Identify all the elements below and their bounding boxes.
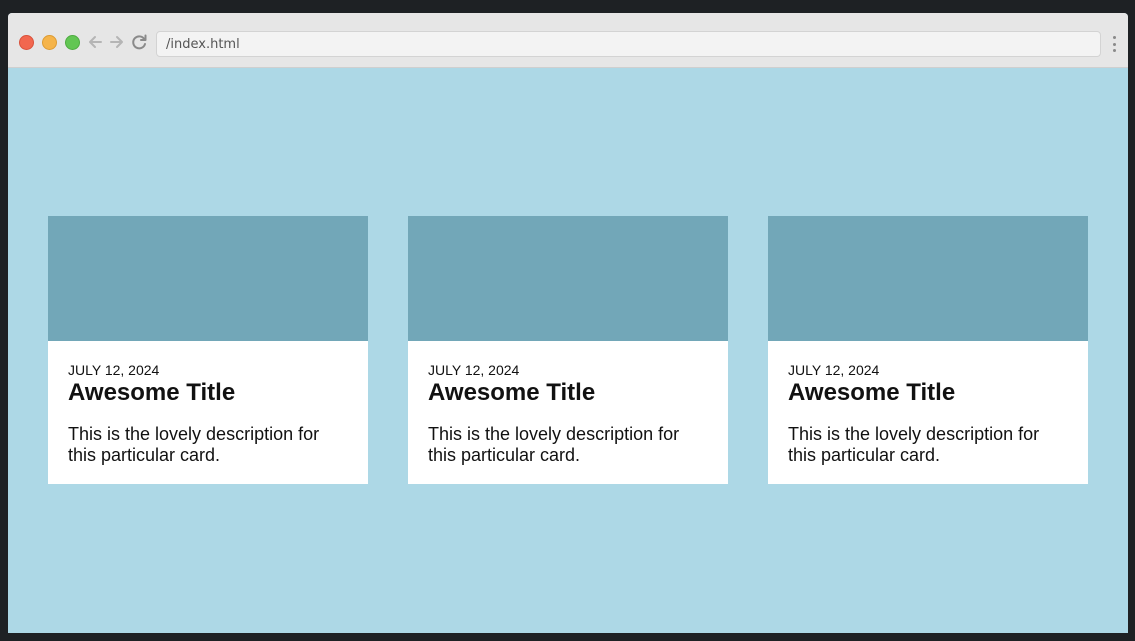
card: JULY 12, 2024 Awesome Title This is the … [768, 216, 1088, 484]
card-image [48, 216, 368, 341]
browser-toolbar: /index.html [8, 13, 1128, 68]
address-bar[interactable]: /index.html [156, 31, 1101, 57]
card-description: This is the lovely description for this … [788, 424, 1040, 465]
more-menu-icon[interactable] [1110, 34, 1118, 54]
maximize-window-button[interactable] [65, 35, 80, 50]
card-title: Awesome Title [788, 379, 956, 406]
forward-button[interactable] [107, 31, 127, 53]
reload-button[interactable] [129, 31, 149, 53]
card: JULY 12, 2024 Awesome Title This is the … [408, 216, 728, 484]
card-date: JULY 12, 2024 [428, 362, 520, 378]
card-date: JULY 12, 2024 [68, 362, 160, 378]
card-date: JULY 12, 2024 [788, 362, 880, 378]
browser-window: /index.html JULY 12, 2024 Awesome Title … [8, 13, 1128, 633]
card-body: JULY 12, 2024 Awesome Title This is the … [408, 341, 728, 466]
card-image [408, 216, 728, 341]
card-image [768, 216, 1088, 341]
card-description: This is the lovely description for this … [428, 424, 680, 465]
page-viewport: JULY 12, 2024 Awesome Title This is the … [8, 69, 1128, 633]
card-title: Awesome Title [68, 379, 236, 406]
card-list: JULY 12, 2024 Awesome Title This is the … [48, 216, 1088, 484]
reload-icon [132, 34, 147, 50]
card: JULY 12, 2024 Awesome Title This is the … [48, 216, 368, 484]
card-description: This is the lovely description for this … [68, 424, 320, 465]
card-title: Awesome Title [428, 379, 596, 406]
arrow-left-icon [89, 36, 102, 48]
card-body: JULY 12, 2024 Awesome Title This is the … [768, 341, 1088, 466]
minimize-window-button[interactable] [42, 35, 57, 50]
close-window-button[interactable] [19, 35, 34, 50]
back-button[interactable] [85, 31, 105, 53]
arrow-right-icon [110, 36, 123, 48]
card-body: JULY 12, 2024 Awesome Title This is the … [48, 341, 368, 466]
